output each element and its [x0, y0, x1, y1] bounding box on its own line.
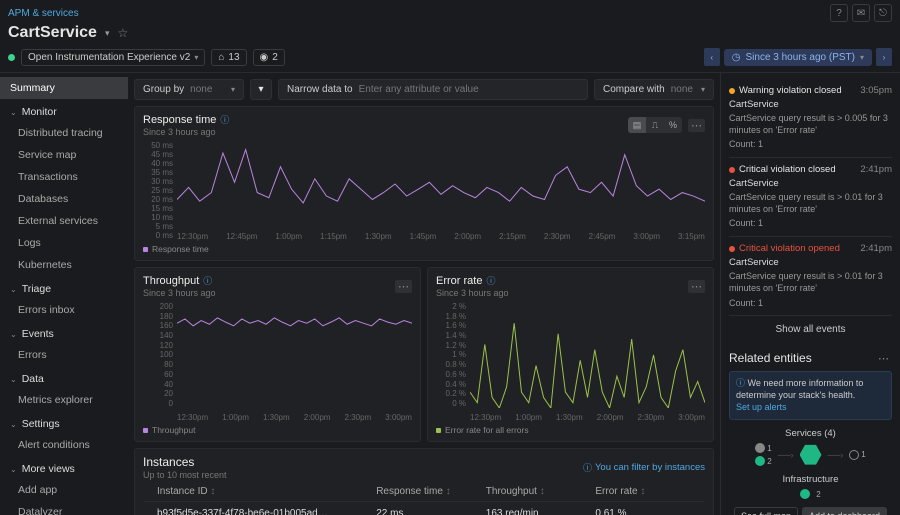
sidebar-item-errors[interactable]: Errors: [0, 344, 128, 366]
event-item[interactable]: Critical violation opened2:41pmCartServi…: [729, 237, 892, 316]
filter-icon: ▾: [258, 84, 263, 95]
sidebar-item-databases[interactable]: Databases: [0, 188, 128, 210]
infra-label: Infrastructure: [729, 474, 892, 485]
chart-mode-toggle[interactable]: ▤ ⎍ %: [628, 117, 682, 133]
percent-mode-icon: %: [664, 117, 682, 133]
chart-more-icon[interactable]: ⋯: [688, 119, 705, 132]
page-title: CartService: [8, 24, 97, 42]
service-map-mini[interactable]: 1 2 ──› ──› 1: [729, 443, 892, 466]
sidebar-item-add-app[interactable]: Add app: [0, 479, 128, 501]
error-rate-chart: Error rateⓘ Since 3 hours ago ⋯ 2 %1.8 %…: [427, 267, 714, 442]
throughput-chart: Throughputⓘ Since 3 hours ago ⋯ 20018016…: [134, 267, 421, 442]
chart-more-icon[interactable]: ⋯: [395, 280, 412, 293]
response-time-chart: Response timeⓘ Since 3 hours ago ▤ ⎍ % ⋯…: [134, 106, 714, 261]
instances-card: Instances Up to 10 most recent ⓘYou can …: [134, 448, 714, 515]
sidebar-item-datalyzer[interactable]: Datalyzer: [0, 501, 128, 515]
health-info-box: ⓘ We need more information to determine …: [729, 371, 892, 420]
info-icon[interactable]: ⓘ: [220, 113, 229, 126]
compare-filter[interactable]: Compare with none ▾: [594, 79, 714, 100]
sidebar-item-errors-inbox[interactable]: Errors inbox: [0, 299, 128, 321]
sidebar-header-settings[interactable]: ⌄Settings: [0, 411, 128, 434]
services-label: Services (4): [729, 428, 892, 439]
sidebar-item-kubernetes[interactable]: Kubernetes: [0, 254, 128, 276]
event-item[interactable]: Critical violation closed2:41pmCartServi…: [729, 158, 892, 237]
title-dropdown-icon[interactable]: ▾: [105, 28, 110, 39]
instances-filter-hint[interactable]: ⓘYou can filter by instances: [583, 461, 705, 474]
sidebar-item-transactions[interactable]: Transactions: [0, 166, 128, 188]
bar-mode-icon: ⎍: [646, 117, 664, 133]
feedback-icon[interactable]: ✉: [852, 4, 870, 22]
show-all-events[interactable]: Show all events: [729, 316, 892, 343]
sidebar-item-metrics-explorer[interactable]: Metrics explorer: [0, 389, 128, 411]
sidebar-item-logs[interactable]: Logs: [0, 232, 128, 254]
tags-pill[interactable]: ⌂13: [211, 49, 246, 66]
table-header: Instance ID ↕ Response time ↕ Throughput…: [143, 480, 705, 502]
info-icon[interactable]: ⓘ: [203, 274, 212, 287]
sidebar: Summary ⌄Monitor Distributed tracingServ…: [0, 73, 128, 515]
hex-node-icon: [800, 444, 822, 466]
share-icon[interactable]: ⎋: [874, 4, 892, 22]
status-dot: [8, 54, 15, 61]
breadcrumb[interactable]: APM & services: [8, 8, 79, 19]
clock-icon: ◷: [732, 52, 741, 63]
sidebar-header-monitor[interactable]: ⌄Monitor: [0, 99, 128, 122]
help-icon[interactable]: ?: [830, 4, 848, 22]
sidebar-header-data[interactable]: ⌄Data: [0, 366, 128, 389]
sidebar-header-moreviews[interactable]: ⌄More views: [0, 456, 128, 479]
sidebar-header-triage[interactable]: ⌄Triage: [0, 276, 128, 299]
workload-icon: ◉: [260, 52, 269, 63]
time-range-picker[interactable]: ◷ Since 3 hours ago (PST)▾: [724, 49, 872, 66]
related-entities-title: Related entities ⋯: [729, 343, 892, 371]
related-more-icon[interactable]: ⋯: [875, 352, 892, 365]
narrow-filter[interactable]: Narrow data to Enter any attribute or va…: [278, 79, 588, 100]
add-dashboard-button[interactable]: Add to dashboard: [802, 507, 887, 515]
env-pill[interactable]: Open Instrumentation Experience v2▾: [21, 49, 205, 66]
sidebar-item-service-map[interactable]: Service map: [0, 144, 128, 166]
group-by-filter[interactable]: Group by none ▾: [134, 79, 244, 100]
sidebar-item-external-services[interactable]: External services: [0, 210, 128, 232]
info-icon: ⓘ: [736, 378, 745, 388]
filter-icon-box[interactable]: ▾: [250, 79, 272, 100]
workloads-pill[interactable]: ◉2: [253, 49, 285, 66]
sidebar-item-alert-conditions[interactable]: Alert conditions: [0, 434, 128, 456]
tag-icon: ⌂: [218, 52, 224, 63]
sidebar-item-distributed-tracing[interactable]: Distributed tracing: [0, 122, 128, 144]
setup-alerts-link[interactable]: Set up alerts: [736, 402, 787, 412]
favorite-icon[interactable]: ☆: [117, 26, 128, 40]
time-back-button[interactable]: ‹: [704, 48, 720, 66]
right-panel: Warning violation closed3:05pmCartServic…: [720, 73, 900, 515]
chart-more-icon[interactable]: ⋯: [688, 280, 705, 293]
see-full-map-button[interactable]: See full map: [734, 507, 798, 515]
sidebar-header-events[interactable]: ⌄Events: [0, 321, 128, 344]
table-row[interactable]: b93f5d5e-337f-4f78-be6e-01b005ad… 22 ms …: [143, 502, 705, 515]
sidebar-item-summary[interactable]: Summary: [0, 77, 128, 99]
info-icon[interactable]: ⓘ: [486, 274, 495, 287]
time-fwd-button[interactable]: ›: [876, 48, 892, 66]
event-item[interactable]: Warning violation closed3:05pmCartServic…: [729, 79, 892, 158]
area-mode-icon: ▤: [628, 117, 646, 133]
